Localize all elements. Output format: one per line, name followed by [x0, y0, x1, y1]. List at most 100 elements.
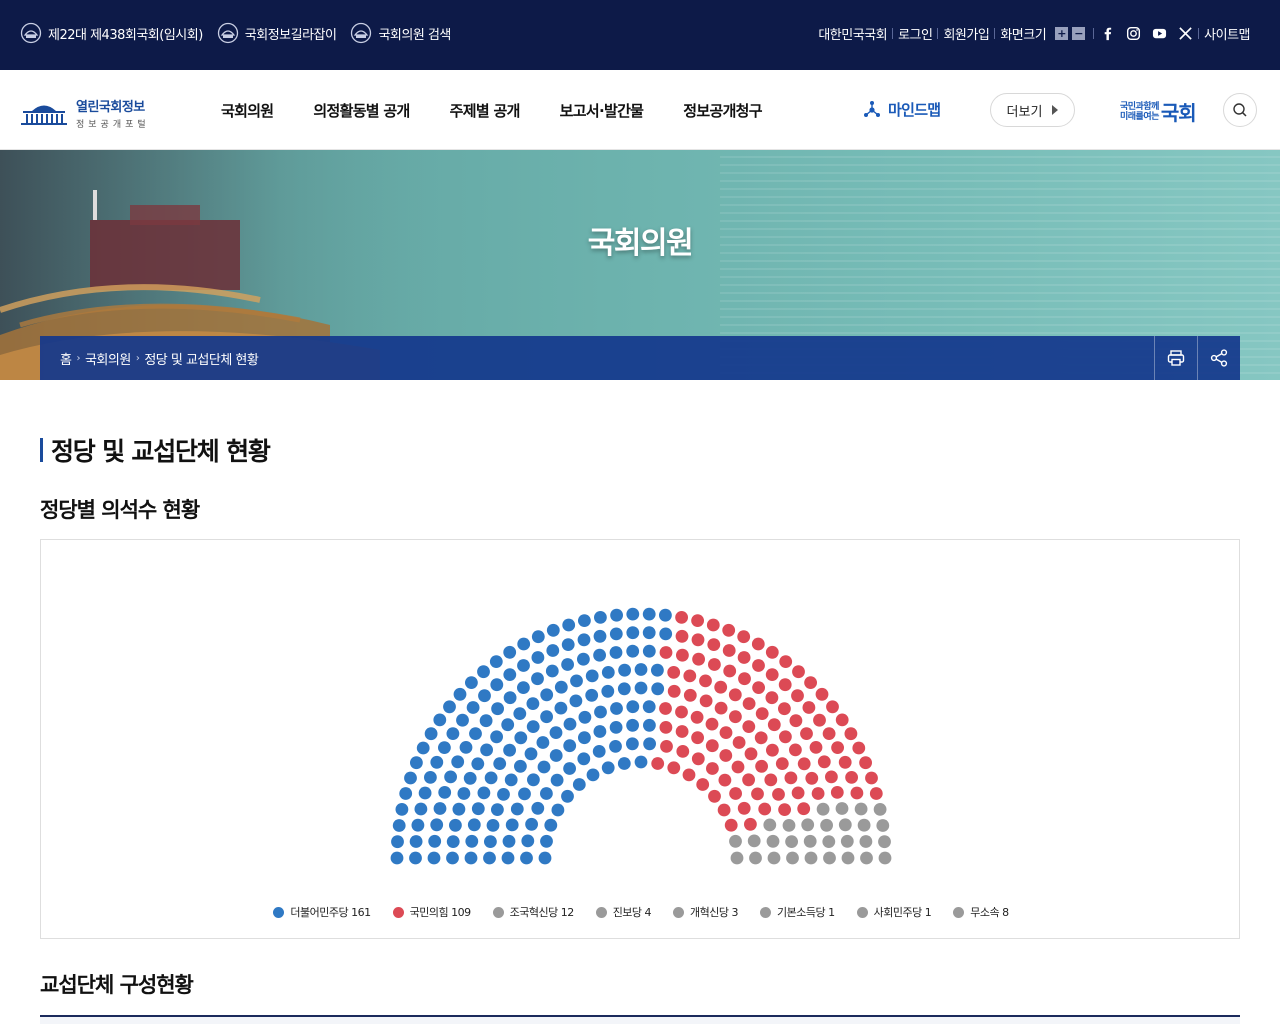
- seat-dot: [841, 851, 855, 865]
- nav-reports[interactable]: 보고서·발간물: [540, 100, 664, 121]
- seat-dot: [521, 834, 535, 848]
- legend-label: 무소속 8: [970, 906, 1009, 919]
- legend-dot-icon: [273, 906, 285, 918]
- nav-topics[interactable]: 주제별 공개: [430, 100, 540, 121]
- seat-dot: [676, 745, 690, 758]
- seat-dot: [449, 818, 462, 832]
- seat-dot: [744, 817, 757, 831]
- legend-dot-icon: [492, 906, 504, 918]
- seat-dot: [531, 672, 544, 686]
- seat-dot: [443, 700, 456, 714]
- seat-dot: [737, 630, 751, 644]
- seat-dot: [830, 786, 844, 799]
- seat-dot: [410, 756, 423, 770]
- seat-dot: [617, 757, 631, 770]
- seat-dot: [517, 637, 531, 651]
- logo-text: 열린국회정보 정보공개포털: [76, 96, 150, 130]
- sitemap-link[interactable]: 사이트맵: [1199, 24, 1255, 43]
- seat-dot: [744, 747, 758, 761]
- nav-members[interactable]: 국회의원: [201, 100, 293, 121]
- youtube-link[interactable]: [1146, 26, 1172, 41]
- seat-dot: [852, 741, 866, 755]
- breadcrumb-current[interactable]: 정당 및 교섭단체 현황: [144, 349, 259, 368]
- legend-label: 국민의힘 109: [409, 906, 471, 919]
- mindmap-icon: [864, 100, 880, 117]
- seat-dot: [731, 760, 745, 774]
- seat-dot: [660, 740, 673, 753]
- seat-dot: [729, 787, 742, 800]
- legend-item: 사회민주당 1: [856, 904, 932, 920]
- seat-dot: [609, 740, 622, 753]
- seat-dot: [675, 725, 689, 738]
- seat-dot: [501, 718, 515, 732]
- seat-dot: [765, 668, 779, 681]
- session-link[interactable]: 제22대 제438회국회(임시회): [20, 22, 203, 44]
- font-size-label: 화면크기: [1000, 28, 1047, 43]
- facebook-link[interactable]: [1094, 26, 1120, 41]
- assembly-link[interactable]: 대한민국국회: [813, 24, 892, 43]
- signup-link[interactable]: 회원가입: [938, 24, 994, 43]
- instagram-link[interactable]: [1120, 26, 1146, 41]
- breadcrumb-members[interactable]: 국회의원: [85, 349, 131, 368]
- nav-activities[interactable]: 의정활동별 공개: [293, 100, 429, 121]
- more-button[interactable]: 더보기: [990, 93, 1075, 127]
- seat-dot: [691, 633, 705, 647]
- seat-dot: [809, 741, 823, 754]
- groups-table-header: [40, 1015, 1240, 1024]
- seat-dot: [857, 818, 871, 832]
- seat-dot: [601, 666, 615, 679]
- assembly-slogan[interactable]: 국민과함께 미래를여는 국회: [1120, 97, 1197, 126]
- seat-dot: [433, 802, 447, 815]
- seat-dot: [859, 756, 872, 770]
- seat-dot: [554, 680, 568, 694]
- seat-dot: [537, 760, 551, 774]
- seat-dot: [610, 608, 623, 622]
- member-search-link[interactable]: 국회의원 검색: [350, 22, 451, 44]
- seat-dot: [804, 851, 818, 865]
- seat-dot: [859, 835, 873, 848]
- x-link[interactable]: [1172, 26, 1198, 41]
- assembly-emblem-icon: [217, 22, 238, 44]
- seat-dot: [601, 684, 615, 698]
- seat-dot: [737, 651, 751, 664]
- seat-dot: [433, 713, 447, 727]
- guide-link[interactable]: 국회정보길라잡이: [217, 22, 337, 44]
- seat-dot: [554, 701, 568, 715]
- seat-dot: [489, 655, 503, 668]
- seat-dot: [503, 668, 517, 681]
- seat-dot: [525, 817, 538, 831]
- seat-dot: [392, 819, 406, 832]
- search-button[interactable]: [1223, 93, 1257, 127]
- seat-dot: [845, 771, 858, 784]
- login-link[interactable]: 로그인: [893, 24, 937, 43]
- seat-dot: [699, 694, 713, 708]
- seat-dot: [691, 614, 704, 627]
- seat-dot: [609, 721, 623, 734]
- nav-disclosure-request[interactable]: 정보공개청구: [663, 100, 782, 121]
- seat-dot: [782, 819, 796, 832]
- zoom-in-button[interactable]: +: [1055, 27, 1069, 40]
- seat-dot: [755, 707, 769, 720]
- share-button[interactable]: [1197, 336, 1240, 380]
- seat-dot: [705, 717, 719, 731]
- seat-dot: [706, 762, 719, 775]
- seat-dot: [451, 755, 465, 769]
- seat-dot: [549, 749, 563, 762]
- zoom-out-button[interactable]: −: [1072, 27, 1086, 40]
- seat-dot: [718, 773, 732, 787]
- seat-dot: [594, 705, 607, 719]
- seat-dot: [803, 834, 817, 848]
- site-logo[interactable]: 열린국회정보 정보공개포털: [20, 96, 150, 130]
- seat-dot: [526, 720, 540, 733]
- seat-dot: [446, 835, 460, 848]
- print-button[interactable]: [1154, 336, 1197, 380]
- breadcrumb-home[interactable]: 홈: [60, 349, 72, 368]
- seat-dot: [409, 835, 423, 848]
- legend-dot-icon: [673, 906, 685, 918]
- seat-dot: [593, 629, 607, 643]
- nav-mindmap[interactable]: 마인드맵: [862, 99, 941, 120]
- seat-dot: [714, 680, 728, 694]
- legend-dot-icon: [760, 906, 772, 918]
- seat-dot: [778, 702, 791, 716]
- seat-dot: [752, 659, 765, 672]
